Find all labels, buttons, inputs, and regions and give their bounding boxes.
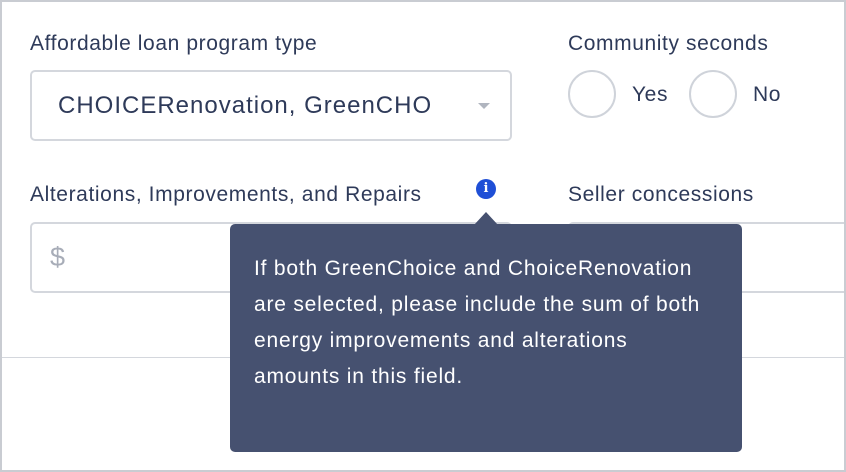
community-seconds-no-radio[interactable] [689,70,737,118]
community-seconds-yes-radio[interactable] [568,70,616,118]
dollar-icon: $ [50,242,66,272]
loan-program-label: Affordable loan program type [30,32,318,55]
community-seconds-no-label[interactable]: No [753,83,781,107]
seller-concessions-label: Seller concessions [568,183,754,206]
loan-program-select[interactable]: CHOICERenovation, GreenCHO [30,70,512,141]
tooltip-text: If both GreenChoice and ChoiceRenovation… [254,257,701,388]
info-tooltip: If both GreenChoice and ChoiceRenovation… [230,224,742,452]
community-seconds-label: Community seconds [568,32,769,55]
alterations-label: Alterations, Improvements, and Repairs [30,183,422,206]
loan-program-selected-value: CHOICERenovation, GreenCHO [58,92,433,119]
form-panel: Affordable loan program type CHOICERenov… [0,0,846,472]
chevron-down-icon[interactable] [478,103,490,109]
info-icon[interactable]: i [476,179,496,199]
community-seconds-yes-label[interactable]: Yes [632,83,668,107]
